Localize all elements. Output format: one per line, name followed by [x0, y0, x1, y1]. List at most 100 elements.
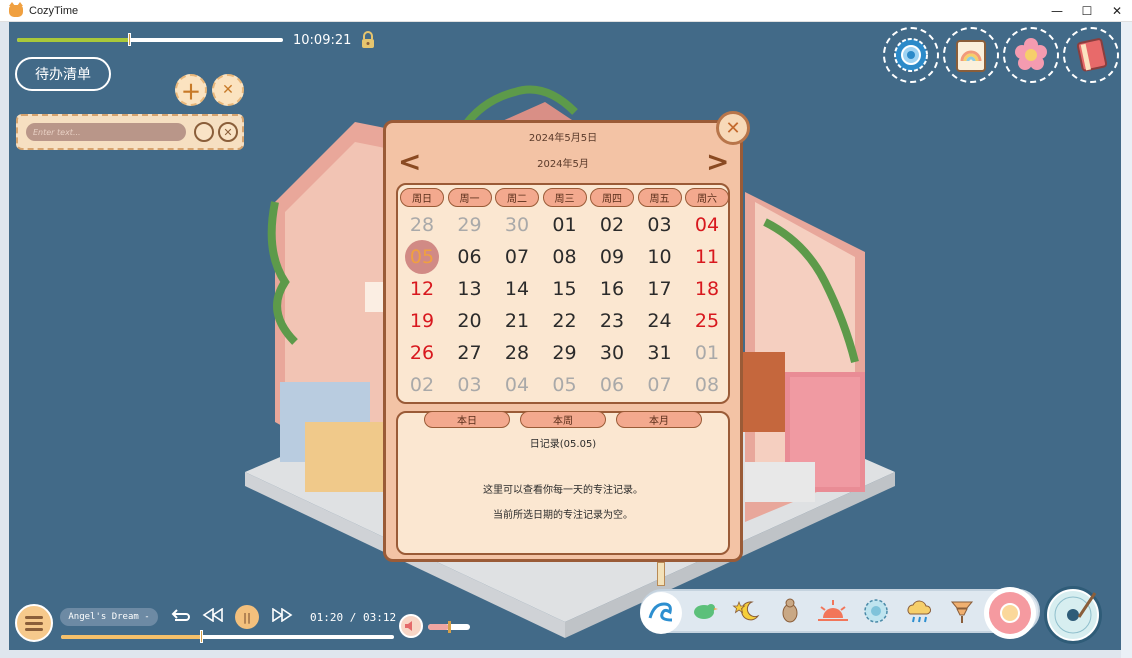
sign-pole	[657, 562, 665, 586]
repeat-button[interactable]	[169, 608, 191, 630]
calendar-day[interactable]: 03	[640, 211, 680, 239]
calendar-day[interactable]: 10	[640, 243, 680, 271]
calendar-day[interactable]: 14	[497, 275, 537, 303]
notebook-icon	[1076, 38, 1108, 72]
rewind-button[interactable]	[202, 607, 224, 626]
calendar-day[interactable]: 02	[592, 211, 632, 239]
calendar-day[interactable]: 12	[402, 275, 442, 303]
calendar-day[interactable]: 27	[450, 339, 490, 367]
calendar-day[interactable]: 26	[402, 339, 442, 367]
tab-day[interactable]: 本日	[424, 411, 510, 428]
calendar-day[interactable]: 30	[592, 339, 632, 367]
ambient-sunset-button[interactable]	[816, 594, 850, 628]
calendar-day[interactable]: 17	[640, 275, 680, 303]
notebook-button[interactable]	[1063, 27, 1119, 83]
next-month-button[interactable]: >	[706, 145, 729, 178]
calendar-close-button[interactable]: ✕	[716, 111, 750, 145]
progress-knob[interactable]	[200, 630, 203, 643]
window-titlebar: CozyTime — ☐ ✕	[0, 0, 1132, 22]
bird-icon	[694, 604, 718, 619]
calendar-day[interactable]: 11	[687, 243, 727, 271]
calendar-day[interactable]: 19	[402, 307, 442, 335]
maximize-button[interactable]: ☐	[1072, 0, 1102, 22]
todo-delete-button[interactable]: ✕	[218, 122, 238, 142]
tab-week[interactable]: 本周	[520, 411, 606, 428]
calendar-day[interactable]: 02	[402, 371, 442, 399]
record-title: 日记录(05.05)	[529, 439, 597, 450]
calendar-day[interactable]: 01	[687, 339, 727, 367]
volume-knob[interactable]	[448, 621, 451, 633]
todo-complete-toggle[interactable]	[194, 122, 214, 142]
ambient-snow-button[interactable]	[859, 594, 893, 628]
ambient-wind-button[interactable]	[945, 594, 979, 628]
calendar-day[interactable]: 09	[592, 243, 632, 271]
calendar-day[interactable]: 07	[640, 371, 680, 399]
snowflake-icon	[864, 599, 888, 623]
calendar-day[interactable]: 20	[450, 307, 490, 335]
todo-list-button[interactable]: 待办清单	[15, 57, 111, 91]
calendar-day[interactable]: 23	[592, 307, 632, 335]
fast-forward-icon	[272, 607, 293, 623]
calendar-day[interactable]: 22	[545, 307, 585, 335]
rewind-icon	[202, 607, 223, 623]
calendar-day[interactable]: 08	[545, 243, 585, 271]
window-close-button[interactable]: ✕	[1102, 0, 1132, 22]
record-info-line-2: 当前所选日期的专注记录为空。	[493, 510, 633, 521]
close-icon: ✕	[222, 82, 234, 98]
calendar-day[interactable]: 16	[592, 275, 632, 303]
settings-button[interactable]	[883, 27, 939, 83]
calendar-day[interactable]: 29	[450, 211, 490, 239]
ambient-night-button[interactable]	[730, 594, 764, 628]
calendar-day[interactable]: 25	[687, 307, 727, 335]
calendar-day[interactable]: 07	[497, 243, 537, 271]
calendar-day[interactable]: 08	[687, 371, 727, 399]
ambient-bird-button[interactable]	[687, 594, 721, 628]
calendar-day[interactable]: 05	[402, 240, 442, 274]
ambient-wave-button[interactable]	[644, 594, 678, 628]
calendar-day[interactable]: 03	[450, 371, 490, 399]
calendar-day[interactable]: 24	[640, 307, 680, 335]
calendar-day[interactable]: 06	[592, 371, 632, 399]
weather-sun-button[interactable]	[984, 587, 1036, 639]
focus-timer-slider[interactable]	[17, 33, 283, 46]
calendar-day[interactable]: 30	[497, 211, 537, 239]
playlist-menu-button[interactable]	[15, 604, 53, 642]
calendar-day[interactable]: 31	[640, 339, 680, 367]
timer-slider-fill	[17, 38, 129, 42]
sun-icon	[989, 592, 1031, 634]
minimize-button[interactable]: —	[1042, 0, 1072, 22]
flower-button[interactable]	[1003, 27, 1059, 83]
calendar-day[interactable]: 01	[545, 211, 585, 239]
calendar-day[interactable]: 04	[497, 371, 537, 399]
pause-button[interactable]: ||	[235, 605, 259, 629]
clock-time: 10:09:21	[293, 33, 352, 48]
ambient-cricket-button[interactable]	[773, 594, 807, 628]
calendar-button[interactable]	[943, 27, 999, 83]
calendar-day[interactable]: 05	[545, 371, 585, 399]
window-title: CozyTime	[29, 4, 79, 17]
calendar-day[interactable]: 28	[497, 339, 537, 367]
playback-progress[interactable]	[61, 630, 394, 643]
calendar-rainbow-icon	[956, 40, 986, 72]
volume-slider[interactable]	[428, 621, 470, 633]
music-disc-button[interactable]	[1044, 586, 1102, 644]
calendar-day[interactable]: 04	[687, 211, 727, 239]
calendar-day[interactable]: 21	[497, 307, 537, 335]
clear-todo-button[interactable]: ✕	[212, 74, 244, 106]
timer-slider-knob[interactable]	[128, 33, 131, 46]
fast-forward-button[interactable]	[271, 607, 293, 626]
calendar-day[interactable]: 28	[402, 211, 442, 239]
calendar-day[interactable]: 15	[545, 275, 585, 303]
lock-icon[interactable]	[360, 31, 376, 53]
ambient-rain-button[interactable]	[902, 594, 936, 628]
volume-button[interactable]	[399, 614, 423, 638]
plus-icon: ＋	[181, 79, 201, 104]
tab-month[interactable]: 本月	[616, 411, 702, 428]
calendar-day[interactable]: 18	[687, 275, 727, 303]
add-todo-button[interactable]: ＋	[175, 74, 207, 106]
calendar-day[interactable]: 13	[450, 275, 490, 303]
todo-text-input[interactable]	[26, 123, 186, 141]
calendar-day[interactable]: 29	[545, 339, 585, 367]
track-name[interactable]: Angel's Dream -	[60, 608, 158, 626]
calendar-day[interactable]: 06	[450, 243, 490, 271]
